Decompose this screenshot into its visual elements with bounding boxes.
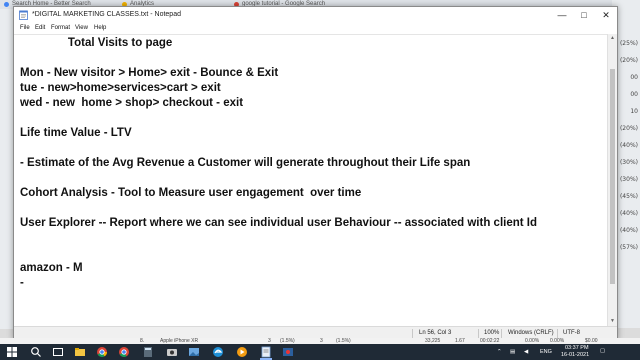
text-line: Life time Value - LTV [20,127,132,139]
scroll-up-icon[interactable]: ▲ [608,34,617,43]
menu-file[interactable]: File [20,23,30,34]
clock-time[interactable]: 03:37 PM [565,345,589,351]
background-value: (40%) [619,210,638,217]
background-value: (25%) [619,40,638,47]
scrollbar-thumb[interactable] [610,69,615,284]
chrome-icon[interactable] [118,346,130,358]
windows-start-icon[interactable] [6,346,18,358]
text-line: Total Visits to page [20,37,173,49]
calculator-icon[interactable] [142,346,154,358]
menu-view[interactable]: View [75,23,88,34]
background-value: (30%) [619,159,638,166]
text-line: - [20,277,24,289]
title-bar[interactable]: *DIGITAL MARKETING CLASSES.txt - Notepad… [14,7,617,23]
background-value: 10 [630,108,638,115]
background-value: (40%) [619,142,638,149]
edge-icon[interactable] [212,346,224,358]
background-value: (30%) [619,176,638,183]
close-button[interactable]: ✕ [595,7,617,23]
text-line: User Explorer -- Report where we can see… [20,217,538,229]
text-line: wed - new home > shop> checkout - exit [20,97,244,109]
text-line: Cohort Analysis - Tool to Measure user e… [20,187,362,199]
notepad-window: *DIGITAL MARKETING CLASSES.txt - Notepad… [13,6,618,340]
file-explorer-icon[interactable] [74,346,86,358]
menu-bar: File Edit Format View Help [14,23,617,34]
background-value: 00 [630,91,638,98]
background-value: (20%) [619,125,638,132]
background-window-left [0,9,14,329]
scroll-down-icon[interactable]: ▼ [608,317,617,326]
language-indicator[interactable]: ENG [540,349,552,355]
search-icon[interactable] [30,346,42,358]
network-icon[interactable]: ▤ [510,349,515,355]
text-line: - Estimate of the Avg Revenue a Customer… [20,157,471,169]
text-line: Mon - New visitor > Home> exit - Bounce … [20,67,279,79]
text-editor[interactable]: Total Visits to page Mon - New visitor > … [14,34,607,327]
media-player-icon[interactable] [236,346,248,358]
text-line: tue - new>home>services>cart > exit [20,82,221,94]
menu-format[interactable]: Format [51,23,70,34]
background-value: (20%) [619,57,638,64]
notification-icon[interactable]: ▢ [600,348,605,354]
background-value: 00 [630,74,638,81]
window-title: *DIGITAL MARKETING CLASSES.txt - Notepad [32,11,181,18]
vertical-scrollbar[interactable]: ▲ ▼ [607,34,617,326]
chrome-icon[interactable] [96,346,108,358]
clock-date[interactable]: 16-01-2021 [561,352,589,358]
text-line: amazon - M [20,262,83,274]
notepad-taskbar-icon[interactable] [260,346,272,358]
notepad-icon [19,10,28,20]
tray-chevron-icon[interactable]: ⌃ [497,349,502,355]
maximize-button[interactable]: □ [573,7,595,23]
minimize-button[interactable]: — [551,7,573,23]
menu-help[interactable]: Help [94,23,106,34]
camera-icon[interactable] [166,346,178,358]
taskbar: ⌃ ▤ ◀ ENG 03:37 PM 16-01-2021 ▢ [0,344,640,360]
tab-favicon-icon [4,2,9,7]
menu-edit[interactable]: Edit [35,23,45,34]
background-value: (45%) [619,193,638,200]
photos-icon[interactable] [188,346,200,358]
task-view-icon[interactable] [52,346,64,358]
background-value: (40%) [619,227,638,234]
volume-icon[interactable]: ◀ [524,349,528,355]
screen-recorder-icon[interactable] [282,346,294,358]
background-value: (57%) [619,244,638,251]
